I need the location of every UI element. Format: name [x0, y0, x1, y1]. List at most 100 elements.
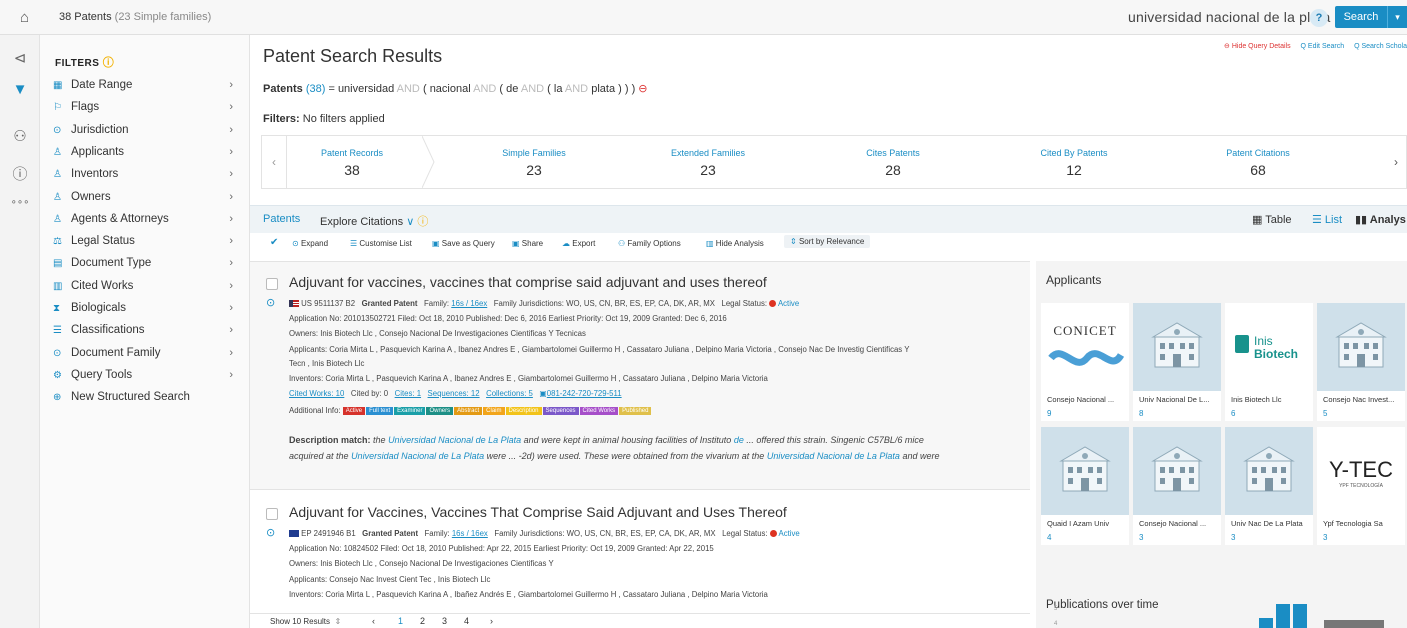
cited-works-link[interactable]: Cited Works: 10 [289, 389, 344, 398]
info-icon[interactable]: ⓘ [0, 163, 40, 184]
more-icon[interactable]: ∘∘∘ [0, 197, 40, 208]
filters-info-icon[interactable]: ⓘ [103, 57, 115, 69]
search-scholar-link[interactable]: Q Search Schola [1354, 43, 1407, 50]
remove-query-icon[interactable]: ⊖ [638, 83, 647, 95]
hide-analysis-button[interactable]: ▥ Hide Analysis [706, 239, 764, 248]
family-link[interactable]: 16s / 16ex [451, 299, 487, 308]
result-title[interactable]: Adjuvant for Vaccines, Vaccines That Com… [289, 504, 787, 520]
tab-patents[interactable]: Patents [263, 213, 300, 225]
prev-page-icon[interactable]: ‹ [372, 616, 375, 626]
search-button[interactable]: Search [1335, 6, 1387, 28]
tag-sequences[interactable]: Sequences [542, 406, 579, 415]
share-button[interactable]: ▣ Share [512, 239, 543, 248]
filter-flags[interactable]: ⚐ Flags › [53, 101, 243, 121]
applicant-card[interactable]: Consejo Nacional ... 3 [1133, 427, 1221, 545]
filter-jurisdiction[interactable]: ⊙ Jurisdiction › [53, 124, 243, 144]
stat-extended-families[interactable]: Extended Families 23 [638, 148, 778, 178]
home-icon[interactable]: ⌂ [20, 9, 29, 26]
page-3[interactable]: 3 [442, 616, 447, 626]
result-checkbox[interactable] [266, 508, 278, 520]
pub-bar[interactable] [1293, 604, 1307, 628]
tab-explore-citations[interactable]: Explore Citations ∨ ⓘ [320, 213, 428, 229]
filter-date-range[interactable]: ▦ Date Range › [53, 79, 243, 99]
pub-bar[interactable] [1276, 604, 1290, 628]
chevron-down-icon: ∨ [406, 216, 415, 228]
svg-text:Inis: Inis [1254, 334, 1273, 348]
applicant-card[interactable]: Quaid I Azam Univ 4 [1041, 427, 1129, 545]
page-2[interactable]: 2 [420, 616, 425, 626]
applicant-card[interactable]: Y-TEC YPF TECNOLOGÍA Ypf Tecnologia Sa 3 [1317, 427, 1405, 545]
chevron-right-icon: › [229, 101, 233, 114]
filter-new-structured-search[interactable]: ⊕ New Structured Search [53, 391, 243, 411]
tag-examiner[interactable]: Examiner [394, 406, 426, 415]
results-per-page-select[interactable]: Show 10 Results ⇕ [270, 617, 341, 626]
collections-link[interactable]: Collections: 5 [486, 389, 533, 398]
users-icon[interactable]: ⚇ [0, 127, 40, 145]
stat-cited-by-patents[interactable]: Cited By Patents 12 [1004, 148, 1144, 178]
sort-by-relevance-button[interactable]: ⇕ Sort by Relevance [784, 235, 871, 248]
filter-label: Document Type [71, 257, 152, 270]
applicant-card[interactable]: Univ Nac De La Plata 3 [1225, 427, 1313, 545]
filter-query-tools[interactable]: ⚙ Query Tools › [53, 369, 243, 389]
tag-description[interactable]: Description [505, 406, 542, 415]
family-options-button[interactable]: ⚇ Family Options [618, 239, 681, 248]
svg-text:YPF TECNOLOGÍA: YPF TECNOLOGÍA [1339, 482, 1383, 489]
filter-document-family[interactable]: ⊙ Document Family › [53, 347, 243, 367]
filter-owners[interactable]: ♙ Owners › [53, 191, 243, 211]
expand-icon[interactable]: ⊙ [266, 296, 275, 309]
page-4[interactable]: 4 [464, 616, 469, 626]
stat-simple-families[interactable]: Simple Families 23 [464, 148, 604, 178]
export-button[interactable]: ☁ Export [562, 239, 595, 248]
pub-bar[interactable] [1259, 618, 1273, 628]
edit-search-link[interactable]: Q Edit Search [1301, 43, 1345, 50]
result-checkbox[interactable] [266, 278, 278, 290]
applicant-count: 8 [1139, 409, 1144, 418]
lens-id-link[interactable]: 081-242-720-729-511 [547, 389, 622, 398]
stats-next-icon[interactable]: › [1386, 136, 1406, 188]
applicant-card[interactable]: Inis Biotech Inis Biotech Llc 6 [1225, 303, 1313, 421]
result-title[interactable]: Adjuvant for vaccines, vaccines that com… [289, 274, 767, 290]
tag-abstract[interactable]: Abstract [454, 406, 483, 415]
stat-cites-patents[interactable]: Cites Patents 28 [823, 148, 963, 178]
stat-patent-citations[interactable]: Patent Citations 68 [1188, 148, 1328, 178]
tag-claim[interactable]: Claim [483, 406, 505, 415]
page-1[interactable]: 1 [398, 616, 403, 626]
applicant-card[interactable]: Univ Nacional De L... 8 [1133, 303, 1221, 421]
view-table[interactable]: ▦ Table [1252, 213, 1292, 226]
tag-cited-works[interactable]: Cited Works [579, 406, 619, 415]
stat-value: 23 [700, 162, 716, 178]
filter-biologicals[interactable]: ⧗ Biologicals › [53, 302, 243, 322]
cites-link[interactable]: Cites: 1 [395, 389, 421, 398]
applicant-card[interactable]: Consejo Nac Invest... 5 [1317, 303, 1405, 421]
tag-owners[interactable]: Owners [426, 406, 454, 415]
help-icon[interactable]: ? [1310, 9, 1328, 27]
stat-patent-records[interactable]: Patent Records 38 [282, 148, 422, 178]
filter-icon[interactable]: ▼ [0, 81, 40, 98]
view-analysis[interactable]: ▮▮ Analys [1355, 213, 1406, 226]
filter-legal-status[interactable]: ⚖ Legal Status › [53, 235, 243, 255]
next-page-icon[interactable]: › [490, 616, 493, 626]
family-link[interactable]: 16s / 16ex [452, 529, 488, 538]
filter-agents-attorneys[interactable]: ♙ Agents & Attorneys › [53, 213, 243, 233]
expand-button[interactable]: ⊙ Expand [292, 239, 328, 248]
filter-cited-works[interactable]: ▥ Cited Works › [53, 280, 243, 300]
expand-icon[interactable]: ⊙ [266, 526, 275, 539]
search-options-caret[interactable]: ▾ [1387, 6, 1407, 28]
select-all-check-icon[interactable]: ✔ [270, 237, 278, 248]
filter-applicants[interactable]: ♙ Applicants › [53, 146, 243, 166]
result-owners: Owners: Inis Biotech Llc , Consejo Nacio… [289, 559, 554, 568]
applicant-card[interactable]: CONICET Consejo Nacional ... 9 [1041, 303, 1129, 421]
save-as-query-button[interactable]: ▣ Save as Query [432, 239, 495, 248]
view-list[interactable]: ☰ List [1312, 213, 1342, 226]
filter-classifications[interactable]: ☰ Classifications › [53, 324, 243, 344]
customise-list-button[interactable]: ☰ Customise List [350, 239, 412, 248]
sequences-link[interactable]: Sequences: 12 [428, 389, 480, 398]
collapse-icon[interactable]: ⊲ [0, 49, 40, 67]
tag-published[interactable]: Published [619, 406, 652, 415]
query-text[interactable]: universidad nacional de la plata [1128, 9, 1331, 25]
filter-document-type[interactable]: ▤ Document Type › [53, 257, 243, 277]
hide-query-details-link[interactable]: ⊖ Hide Query Details [1224, 43, 1291, 50]
filter-inventors[interactable]: ♙ Inventors › [53, 168, 243, 188]
tag-active[interactable]: Active [342, 406, 366, 415]
tag-full-text[interactable]: Full text [366, 406, 394, 415]
